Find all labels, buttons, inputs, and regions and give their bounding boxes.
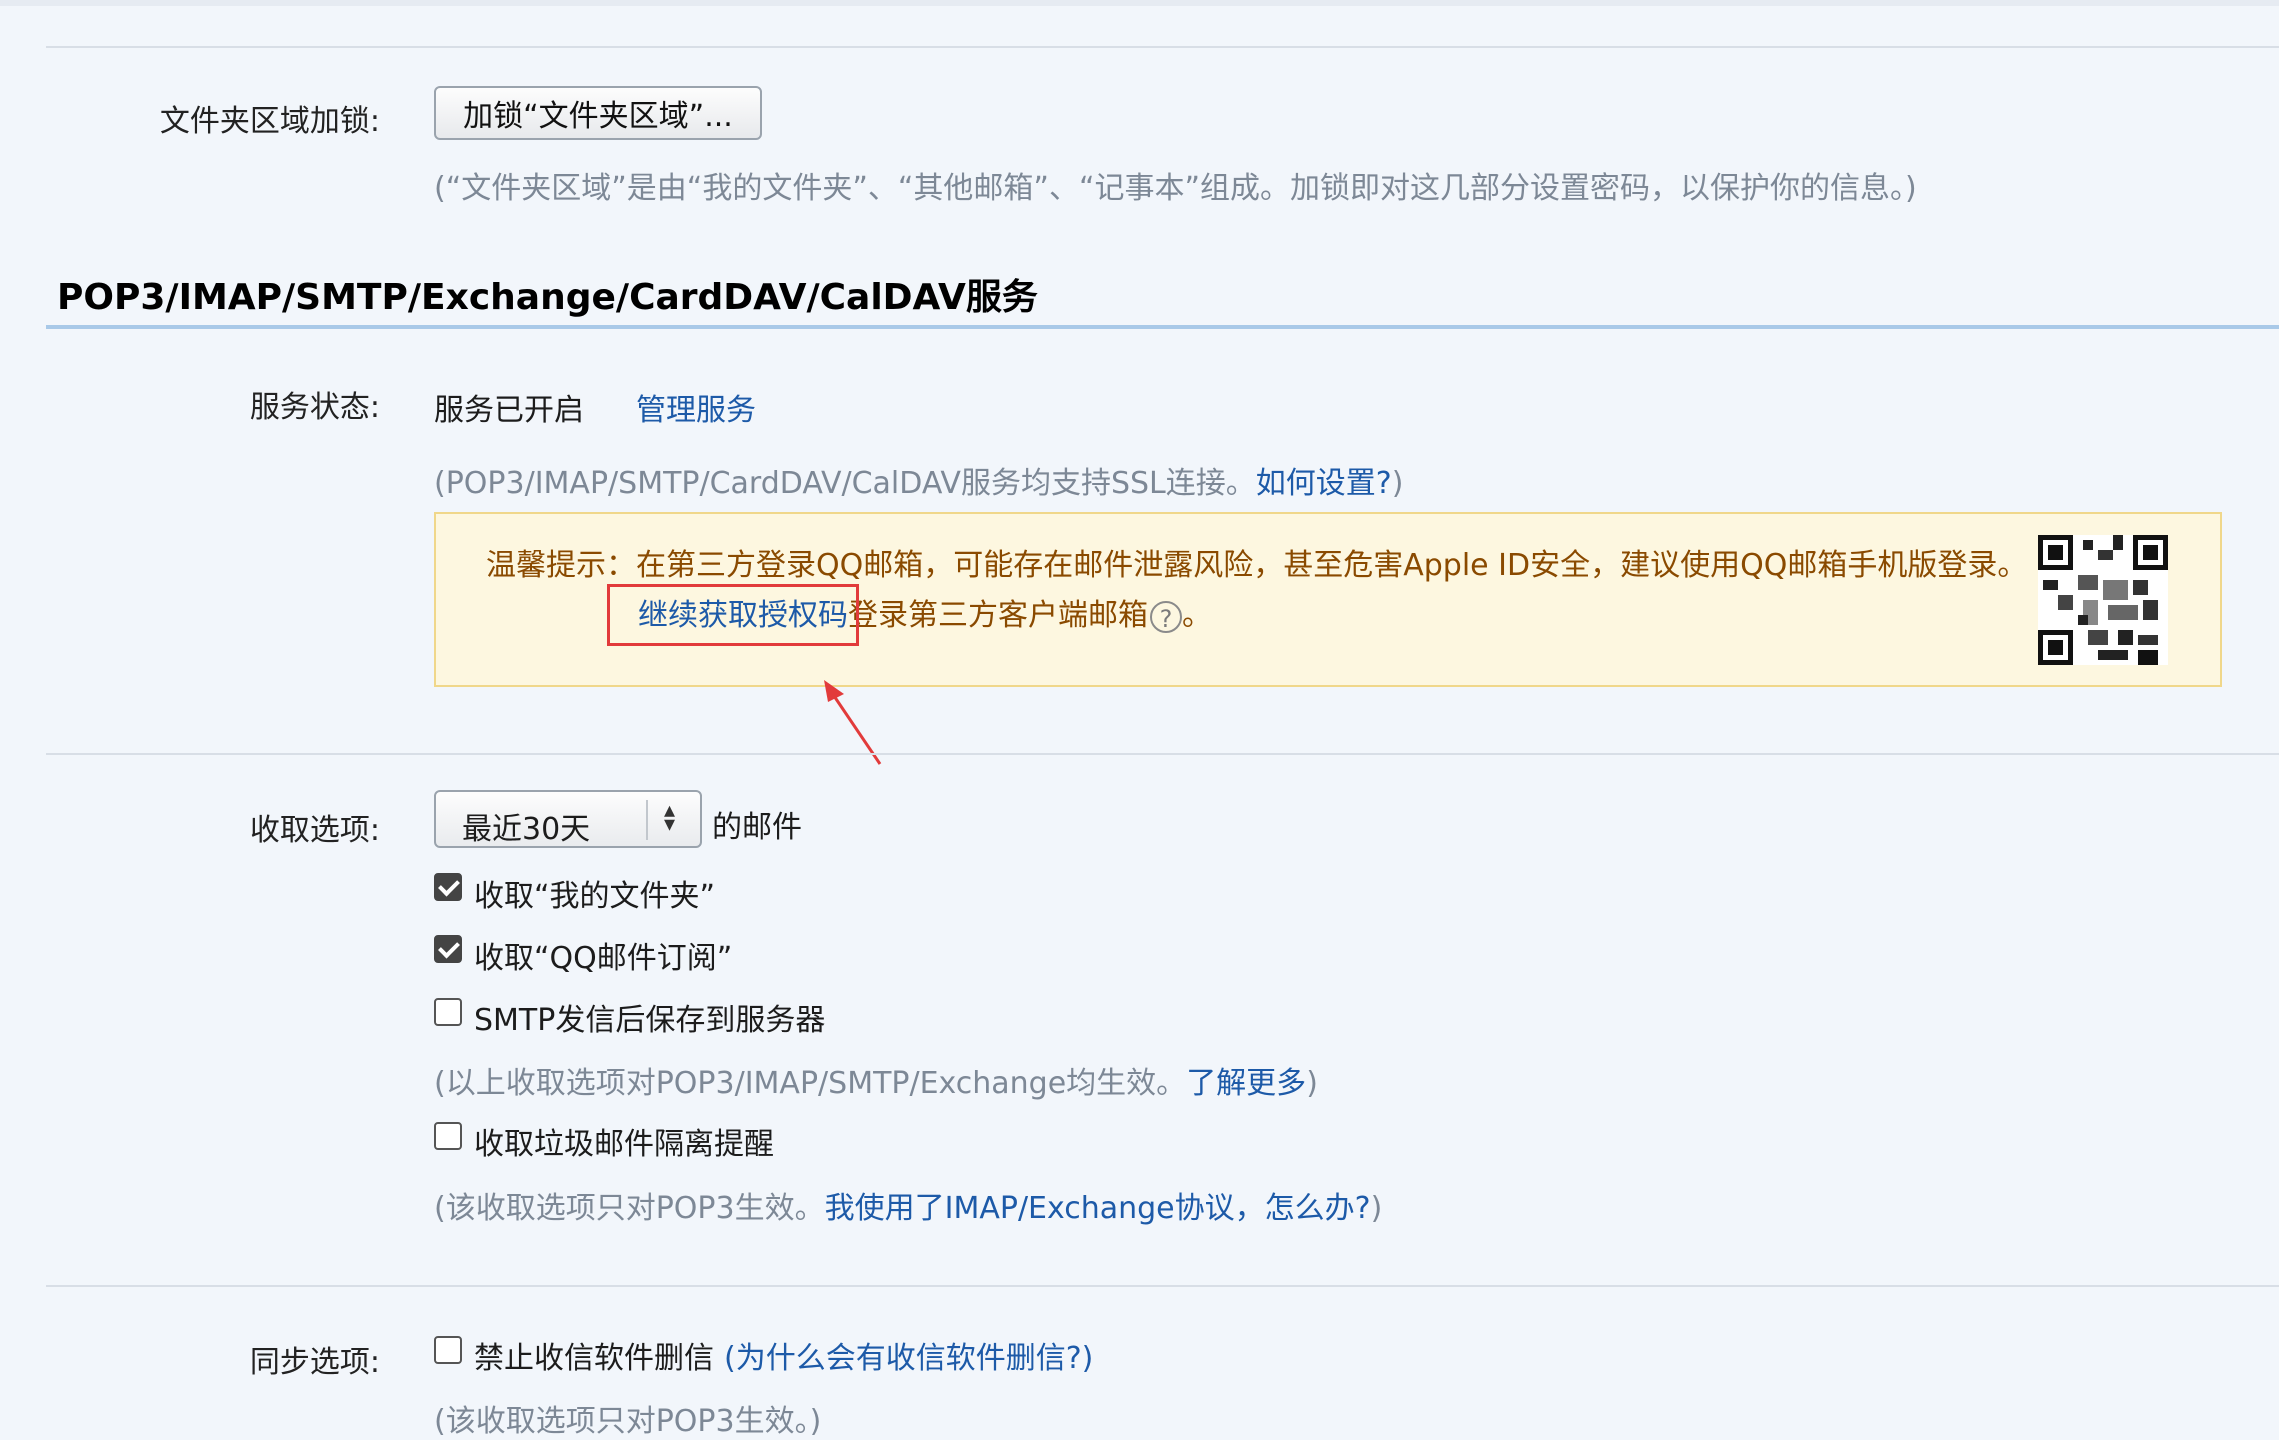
- checkbox-qq-subscription-label: 收取“QQ邮件订阅”: [474, 941, 733, 976]
- sync-options-label: 同步选项:: [249, 1345, 380, 1380]
- how-to-setup-link[interactable]: 如何设置?: [1256, 466, 1392, 501]
- receive-hint2-prefix: (该收取选项只对POP3生效。: [434, 1191, 825, 1226]
- tip-line2-end: 。: [1182, 598, 1212, 633]
- service-status-label: 服务状态:: [249, 390, 380, 425]
- section-title: POP3/IMAP/SMTP/Exchange/CardDAV/CalDAV服务: [57, 277, 1038, 318]
- checkbox-forbid-delete[interactable]: [434, 1336, 462, 1364]
- select-separator: [646, 800, 648, 840]
- imap-exchange-help-link[interactable]: 我使用了IMAP/Exchange协议，怎么办?: [825, 1191, 1371, 1226]
- service-hint: (POP3/IMAP/SMTP/CardDAV/CalDAV服务均支持SSL连接…: [434, 458, 1403, 502]
- select-arrows-icon: ▴ ▾: [664, 798, 676, 837]
- divider: [46, 46, 2279, 48]
- checkbox-my-folders-label: 收取“我的文件夹”: [474, 879, 716, 914]
- receive-range-value: 最近30天: [462, 812, 591, 847]
- annotation-arrow-icon: [824, 680, 882, 765]
- folder-lock-button[interactable]: 加锁“文件夹区域”...: [434, 86, 762, 140]
- receive-hint2-suffix: ): [1370, 1191, 1383, 1226]
- manage-service-link[interactable]: 管理服务: [636, 385, 756, 429]
- service-hint-prefix: (POP3/IMAP/SMTP/CardDAV/CalDAV服务均支持SSL连接…: [434, 466, 1256, 501]
- receive-range-select[interactable]: 最近30天 ▴ ▾: [434, 790, 702, 848]
- receive-hint1-prefix: (以上收取选项对POP3/IMAP/SMTP/Exchange均生效。: [434, 1066, 1187, 1101]
- receive-options-label: 收取选项:: [249, 813, 380, 848]
- tip-line1: 温馨提示：在第三方登录QQ邮箱，可能存在邮件泄露风险，甚至危害Apple ID安…: [486, 548, 2028, 583]
- qr-code-icon: [2038, 535, 2168, 665]
- checkbox-my-folders[interactable]: [434, 873, 462, 901]
- section-divider: [46, 325, 2279, 329]
- folder-lock-label: 文件夹区域加锁:: [159, 104, 380, 139]
- highlight-box: [607, 584, 859, 646]
- folder-lock-hint: (“文件夹区域”是由“我的文件夹”、“其他邮箱”、“记事本”组成。加锁即对这几部…: [434, 171, 1917, 206]
- checkbox-spam-reminder[interactable]: [434, 1122, 462, 1150]
- divider: [46, 1285, 2279, 1287]
- checkbox-smtp-save-label: SMTP发信后保存到服务器: [474, 1003, 826, 1038]
- receive-hint2: (该收取选项只对POP3生效。我使用了IMAP/Exchange协议，怎么办?): [434, 1183, 1382, 1227]
- receive-hint1: (以上收取选项对POP3/IMAP/SMTP/Exchange均生效。了解更多): [434, 1058, 1318, 1102]
- question-icon[interactable]: ?: [1150, 600, 1182, 633]
- sync-hint: (该收取选项只对POP3生效。): [434, 1404, 822, 1439]
- sync-option-line: 禁止收信软件删信 (为什么会有收信软件删信?): [474, 1333, 1093, 1377]
- receive-range-suffix: 的邮件: [712, 810, 802, 845]
- checkbox-spam-reminder-label: 收取垃圾邮件隔离提醒: [474, 1127, 774, 1162]
- why-delete-link[interactable]: (为什么会有收信软件删信?): [724, 1341, 1093, 1376]
- checkbox-forbid-delete-label: 禁止收信软件删信: [474, 1341, 714, 1376]
- top-bar: [0, 0, 2279, 6]
- receive-hint1-suffix: ): [1306, 1066, 1318, 1101]
- tip-line2-suffix: 登录第三方客户端邮箱: [848, 598, 1148, 633]
- divider: [46, 753, 2279, 755]
- checkbox-qq-subscription[interactable]: [434, 935, 462, 963]
- learn-more-link[interactable]: 了解更多: [1186, 1066, 1306, 1101]
- service-status-value: 服务已开启: [434, 393, 584, 428]
- checkbox-smtp-save[interactable]: [434, 998, 462, 1026]
- service-hint-suffix: ): [1391, 466, 1404, 501]
